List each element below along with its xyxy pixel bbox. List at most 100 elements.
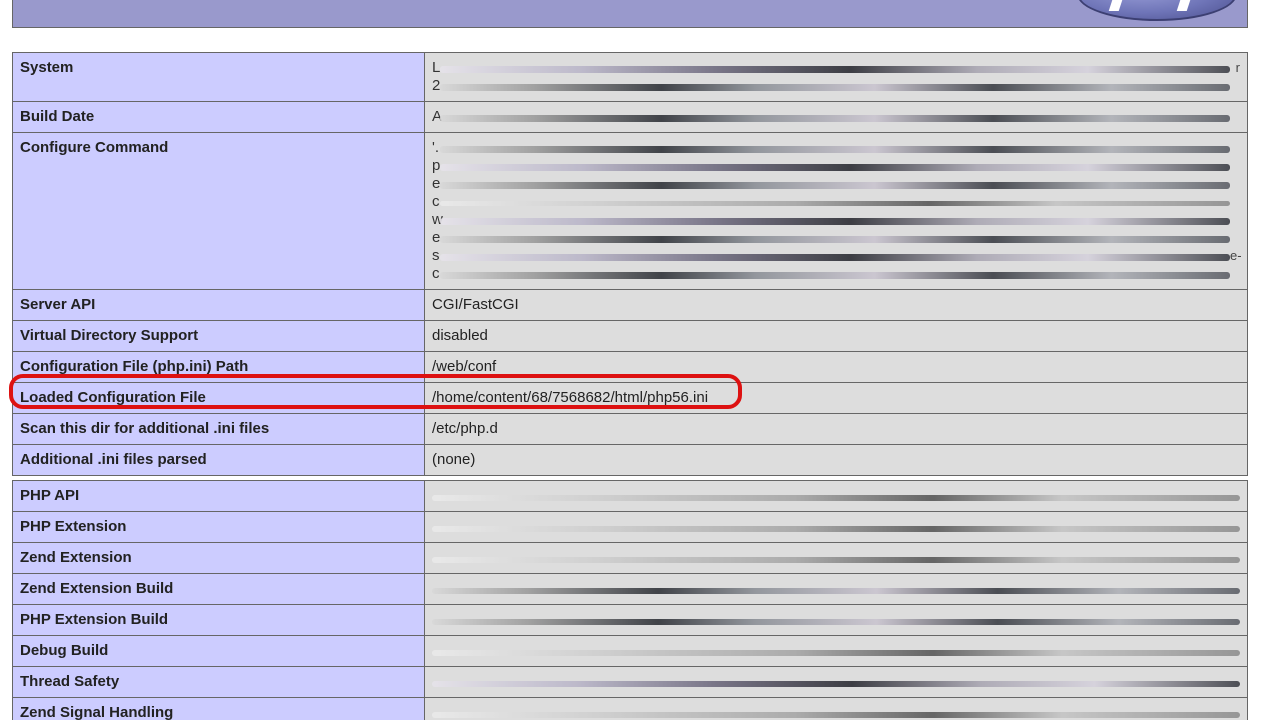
logo-mark bbox=[1108, 0, 1124, 11]
row-value-redacted bbox=[424, 697, 1248, 720]
phpinfo-page: System L r 2 Build Date A Configure Comm… bbox=[0, 0, 1280, 720]
row-key: Additional .ini files parsed bbox=[12, 444, 425, 476]
redacted-line bbox=[432, 673, 1240, 691]
redacted-line: A bbox=[432, 108, 1240, 126]
value-fragment: c bbox=[432, 193, 440, 210]
redacted-line bbox=[432, 704, 1240, 720]
redacted-line: 2 bbox=[432, 77, 1240, 95]
redacted-line: e bbox=[432, 229, 1240, 247]
row-value-redacted bbox=[424, 480, 1248, 512]
phpinfo-header bbox=[12, 0, 1248, 28]
php-logo-icon bbox=[1077, 0, 1237, 21]
table-row: Zend Extension bbox=[12, 542, 1248, 574]
table-row: Zend Extension Build bbox=[12, 573, 1248, 605]
value-fragment: A bbox=[432, 108, 443, 125]
row-key: Virtual Directory Support bbox=[12, 320, 425, 352]
row-key: System bbox=[12, 52, 425, 102]
value-fragment: e bbox=[432, 229, 441, 246]
redaction-smear bbox=[432, 650, 1240, 656]
row-value-redacted bbox=[424, 511, 1248, 543]
redaction-smear bbox=[440, 253, 1230, 261]
row-key: PHP API bbox=[12, 480, 425, 512]
table-row: Thread Safety bbox=[12, 666, 1248, 698]
redaction-smear bbox=[440, 163, 1230, 171]
redaction-smear bbox=[440, 65, 1230, 73]
redacted-line: c bbox=[432, 265, 1240, 283]
row-value-redacted: '. p e c w e s e- c bbox=[424, 132, 1248, 290]
redacted-line bbox=[432, 611, 1240, 629]
redacted-line bbox=[432, 487, 1240, 505]
value-fragment: L bbox=[432, 59, 441, 76]
table-row: PHP API bbox=[12, 480, 1248, 512]
table-row: System L r 2 bbox=[12, 52, 1248, 102]
row-key: PHP Extension bbox=[12, 511, 425, 543]
row-value: /web/conf bbox=[424, 351, 1248, 383]
redacted-line: s e- bbox=[432, 247, 1242, 265]
table-row: Configuration File (php.ini) Path /web/c… bbox=[12, 351, 1248, 383]
redaction-smear bbox=[432, 712, 1240, 718]
table-row-loaded-config: Loaded Configuration File /home/content/… bbox=[12, 382, 1248, 414]
value-fragment: s bbox=[432, 247, 440, 264]
redacted-line bbox=[432, 549, 1240, 567]
row-value-redacted: L r 2 bbox=[424, 52, 1248, 102]
redaction-smear bbox=[432, 557, 1240, 563]
row-value: CGI/FastCGI bbox=[424, 289, 1248, 321]
row-value: /home/content/68/7568682/html/php56.ini bbox=[424, 382, 1248, 414]
row-value-redacted bbox=[424, 542, 1248, 574]
redacted-line: L r bbox=[432, 59, 1240, 77]
redacted-line bbox=[432, 580, 1240, 598]
value-fragment: r bbox=[1235, 60, 1240, 75]
row-value-redacted bbox=[424, 666, 1248, 698]
value-fragment: e- bbox=[1230, 248, 1242, 263]
redacted-line: w bbox=[432, 211, 1240, 229]
table-row: Build Date A bbox=[12, 101, 1248, 133]
row-key: Loaded Configuration File bbox=[12, 382, 425, 414]
redaction-smear bbox=[440, 114, 1230, 122]
redacted-line bbox=[432, 642, 1240, 660]
row-value: disabled bbox=[424, 320, 1248, 352]
logo-mark bbox=[1176, 0, 1192, 11]
redaction-smear bbox=[432, 495, 1240, 501]
row-key: Configure Command bbox=[12, 132, 425, 290]
row-key: Zend Signal Handling bbox=[12, 697, 425, 720]
redacted-line bbox=[432, 518, 1240, 536]
row-key: Zend Extension bbox=[12, 542, 425, 574]
row-key: Build Date bbox=[12, 101, 425, 133]
redaction-smear bbox=[432, 588, 1240, 594]
redacted-line: '. bbox=[432, 139, 1240, 157]
value-fragment: e bbox=[432, 175, 441, 192]
php-info-table: System L r 2 Build Date A Configure Comm… bbox=[12, 52, 1248, 720]
value-fragment: '. bbox=[432, 139, 440, 156]
redaction-smear bbox=[440, 217, 1230, 225]
value-fragment: 2 bbox=[432, 77, 441, 94]
value-fragment: p bbox=[432, 157, 441, 174]
table-row: PHP Extension Build bbox=[12, 604, 1248, 636]
table-row: Server API CGI/FastCGI bbox=[12, 289, 1248, 321]
row-key: Thread Safety bbox=[12, 666, 425, 698]
row-value: /etc/php.d bbox=[424, 413, 1248, 445]
row-value-redacted: A bbox=[424, 101, 1248, 133]
row-value-redacted bbox=[424, 635, 1248, 667]
redacted-line: e bbox=[432, 175, 1240, 193]
value-fragment: w bbox=[432, 211, 443, 228]
row-key: Zend Extension Build bbox=[12, 573, 425, 605]
table-row: Zend Signal Handling bbox=[12, 697, 1248, 720]
redacted-line: p bbox=[432, 157, 1240, 175]
table-row: PHP Extension bbox=[12, 511, 1248, 543]
row-value-redacted bbox=[424, 573, 1248, 605]
table-row: Additional .ini files parsed (none) bbox=[12, 444, 1248, 476]
row-key: Scan this dir for additional .ini files bbox=[12, 413, 425, 445]
row-key: Debug Build bbox=[12, 635, 425, 667]
redacted-line: c bbox=[432, 193, 1240, 211]
redaction-smear bbox=[432, 681, 1240, 687]
redaction-smear bbox=[440, 271, 1230, 279]
redaction-smear bbox=[440, 235, 1230, 243]
table-row: Debug Build bbox=[12, 635, 1248, 667]
table-row: Scan this dir for additional .ini files … bbox=[12, 413, 1248, 445]
redaction-smear bbox=[440, 200, 1230, 206]
redaction-smear bbox=[440, 145, 1230, 153]
redaction-smear bbox=[440, 83, 1230, 91]
table-row: Configure Command '. p e c w e s e- c bbox=[12, 132, 1248, 290]
row-key: Configuration File (php.ini) Path bbox=[12, 351, 425, 383]
value-fragment: c bbox=[432, 265, 440, 282]
